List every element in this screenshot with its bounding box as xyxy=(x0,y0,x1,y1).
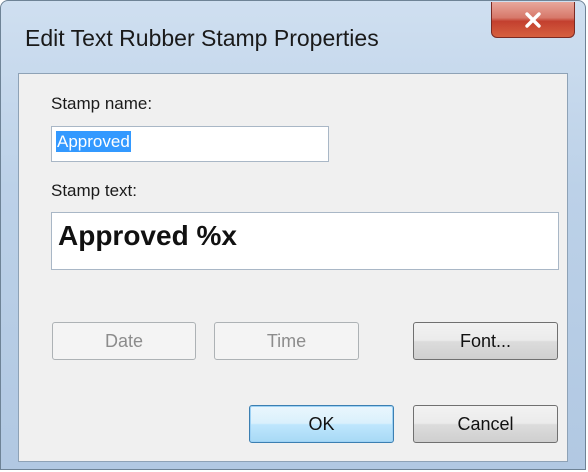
dialog-window: Edit Text Rubber Stamp Properties Stamp … xyxy=(0,0,586,470)
stamp-name-value: Approved xyxy=(56,131,131,152)
font-button[interactable]: Font... xyxy=(413,322,558,360)
title-bar[interactable]: Edit Text Rubber Stamp Properties xyxy=(1,1,585,77)
close-icon xyxy=(523,11,543,29)
cancel-button[interactable]: Cancel xyxy=(413,405,558,443)
time-button[interactable]: Time xyxy=(214,322,359,360)
stamp-name-input[interactable]: Approved xyxy=(51,126,329,162)
date-button[interactable]: Date xyxy=(52,322,196,360)
close-button[interactable] xyxy=(491,2,575,38)
window-title: Edit Text Rubber Stamp Properties xyxy=(25,25,379,51)
stamp-text-input[interactable]: Approved %x xyxy=(51,212,559,270)
stamp-name-label: Stamp name: xyxy=(51,94,153,113)
ok-button[interactable]: OK xyxy=(249,405,394,443)
dialog-body: Stamp name: Approved Stamp text: Approve… xyxy=(18,73,568,462)
stamp-text-label: Stamp text: xyxy=(51,181,137,200)
